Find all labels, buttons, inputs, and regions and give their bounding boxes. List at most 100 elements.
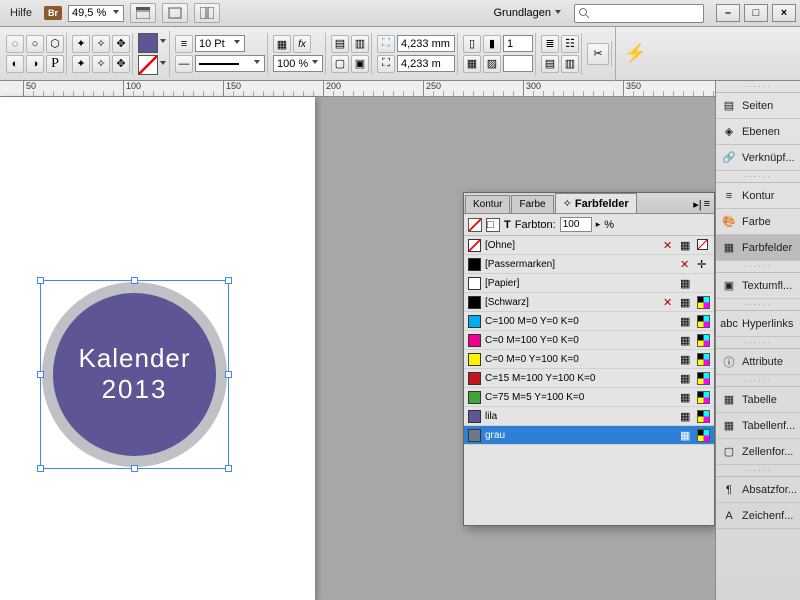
anchor-icon[interactable]: ✧ [92,55,110,73]
dock-item-attribute[interactable]: ⓘAttribute [716,349,800,375]
misc-icon[interactable]: ▤ [541,55,559,73]
dock-item-tabelle[interactable]: ▦Tabelle [716,387,800,413]
misc-icon[interactable]: ≣ [541,35,559,53]
swatch-row[interactable]: lila▦ [464,407,714,426]
view-options-button[interactable] [130,3,156,23]
misc-icon[interactable]: ▥ [561,55,579,73]
workspace-switcher[interactable]: Grundlagen [488,5,569,21]
resize-handle[interactable] [37,371,44,378]
anchor-icon[interactable]: ✦ [72,55,90,73]
search-input[interactable] [574,4,704,23]
dock-item-seiten[interactable]: ▤Seiten [716,93,800,119]
cmyk-icon [697,296,710,309]
align-icon[interactable]: ▥ [351,35,369,53]
stroke-swatch[interactable] [138,55,158,75]
wrap-icon[interactable]: ▣ [351,55,369,73]
dropdown-arrow-icon[interactable] [160,39,167,46]
stroke-weight-input[interactable]: 10 Pt [195,35,245,52]
quick-apply-icon[interactable]: ⚡ [615,27,655,81]
count-input[interactable]: 1 [503,35,533,52]
swatch-row[interactable]: C=15 M=100 Y=100 K=0▦ [464,369,714,388]
tool-icon[interactable]: ○ [26,35,44,53]
dock-item-hyperlinks[interactable]: abcHyperlinks [716,311,800,337]
dock-item-zellenfor[interactable]: ▢Zellenfor... [716,439,800,465]
frame-fit-icon[interactable]: ⛶ [377,55,395,73]
dropdown-arrow-icon[interactable] [160,61,167,68]
tool-p-icon[interactable]: P [46,55,64,73]
dim-input[interactable]: 4,233 mm [397,35,455,52]
selected-object[interactable]: Kalender 2013 [42,282,227,467]
tool-icon[interactable]: ⬡ [46,35,64,53]
zoom-level[interactable]: 49,5 % [68,5,124,22]
fx-icon[interactable]: ▦ [273,35,291,53]
stroke-style-icon[interactable]: — [175,55,193,73]
stroke-style-select[interactable] [195,55,265,72]
screen-mode-button[interactable] [162,3,188,23]
formatting-container-icon[interactable]: □ [486,218,500,232]
grid-icon[interactable]: ▦ [463,55,481,73]
swatch-row[interactable]: C=0 M=0 Y=100 K=0▦ [464,350,714,369]
resize-handle[interactable] [225,277,232,284]
tool-icon[interactable]: ◑ [26,55,44,73]
bridge-icon[interactable]: Br [44,6,62,20]
stroke-icon[interactable]: ≡ [175,35,193,53]
fill-swatch[interactable] [138,33,158,53]
collapse-icon[interactable]: ▸| [693,198,701,211]
fill-swatch-icon[interactable] [468,218,482,232]
swatch-row[interactable]: grau▦ [464,426,714,445]
opacity-input[interactable]: 100 % [273,55,323,72]
anchor-icon[interactable]: ✥ [112,35,130,53]
tool-icon[interactable]: ◐ [6,55,24,73]
arrange-button[interactable] [194,3,220,23]
menu-help[interactable]: Hilfe [4,4,38,22]
dock-item-ebenen[interactable]: ◈Ebenen [716,119,800,145]
swatch-row[interactable]: C=75 M=5 Y=100 K=0▦ [464,388,714,407]
maximize-button[interactable]: □ [744,4,768,22]
crop-icon[interactable]: ✂ [587,43,609,65]
anchor-icon[interactable]: ✧ [92,35,110,53]
count-input[interactable] [503,55,533,72]
tab-kontur[interactable]: Kontur [465,195,510,213]
misc-icon[interactable]: ☷ [561,35,579,53]
tint-input[interactable] [560,217,592,232]
align-icon[interactable]: ▤ [331,35,349,53]
dock-item-farbfelder[interactable]: ▦Farbfelder [716,235,800,261]
swatch-row[interactable]: [Ohne]✕▦ [464,236,714,255]
close-button[interactable]: × [772,4,796,22]
panel-menu-icon[interactable]: ≡ [704,198,710,211]
grid-icon[interactable]: ▨ [483,55,501,73]
dim-input[interactable]: 4,233 m [397,55,455,72]
swatch-row[interactable]: [Papier]▦ [464,274,714,293]
dock-item-kontur[interactable]: ≡Kontur [716,183,800,209]
resize-handle[interactable] [131,465,138,472]
text-target-icon[interactable]: T [504,219,511,231]
frame-fit-icon[interactable]: ⛶ [377,35,395,53]
resize-handle[interactable] [225,465,232,472]
resize-handle[interactable] [37,465,44,472]
swatch-row[interactable]: C=0 M=100 Y=0 K=0▦ [464,331,714,350]
fx-button[interactable]: fx [293,35,311,53]
resize-handle[interactable] [37,277,44,284]
tool-icon[interactable]: ◌ [6,35,24,53]
swatch-row[interactable]: C=100 M=0 Y=0 K=0▦ [464,312,714,331]
dock-item-textumfl[interactable]: ▣Textumfl... [716,273,800,299]
column-icon[interactable]: ▮ [483,35,501,53]
swatch-row[interactable]: [Schwarz]✕▦ [464,293,714,312]
column-icon[interactable]: ▯ [463,35,481,53]
anchor-icon[interactable]: ✦ [72,35,90,53]
resize-handle[interactable] [225,371,232,378]
dock-item-verknpf[interactable]: 🔗Verknüpf... [716,145,800,171]
swatches-panel[interactable]: Kontur Farbe ✧ Farbfelder ▸|≡ □ T Farbto… [463,192,715,526]
dock-item-zeichenf[interactable]: AZeichenf... [716,503,800,529]
anchor-icon[interactable]: ✥ [112,55,130,73]
tab-farbe[interactable]: Farbe [511,195,553,213]
resize-handle[interactable] [131,277,138,284]
tab-farbfelder[interactable]: ✧ Farbfelder [555,193,637,213]
dock-item-farbe[interactable]: 🎨Farbe [716,209,800,235]
dock-item-absatzfor[interactable]: ¶Absatzfor... [716,477,800,503]
control-toolbar: ◌ ○ ⬡ ◐ ◑ P ✦ ✧ ✥ ✦ ✧ ✥ ≡ 10 Pt — [0,27,800,81]
swatch-row[interactable]: [Passermarken]✕✛ [464,255,714,274]
wrap-none-icon[interactable]: ▢ [331,55,349,73]
minimize-button[interactable]: – [716,4,740,22]
dock-item-tabellenf[interactable]: ▦Tabellenf... [716,413,800,439]
